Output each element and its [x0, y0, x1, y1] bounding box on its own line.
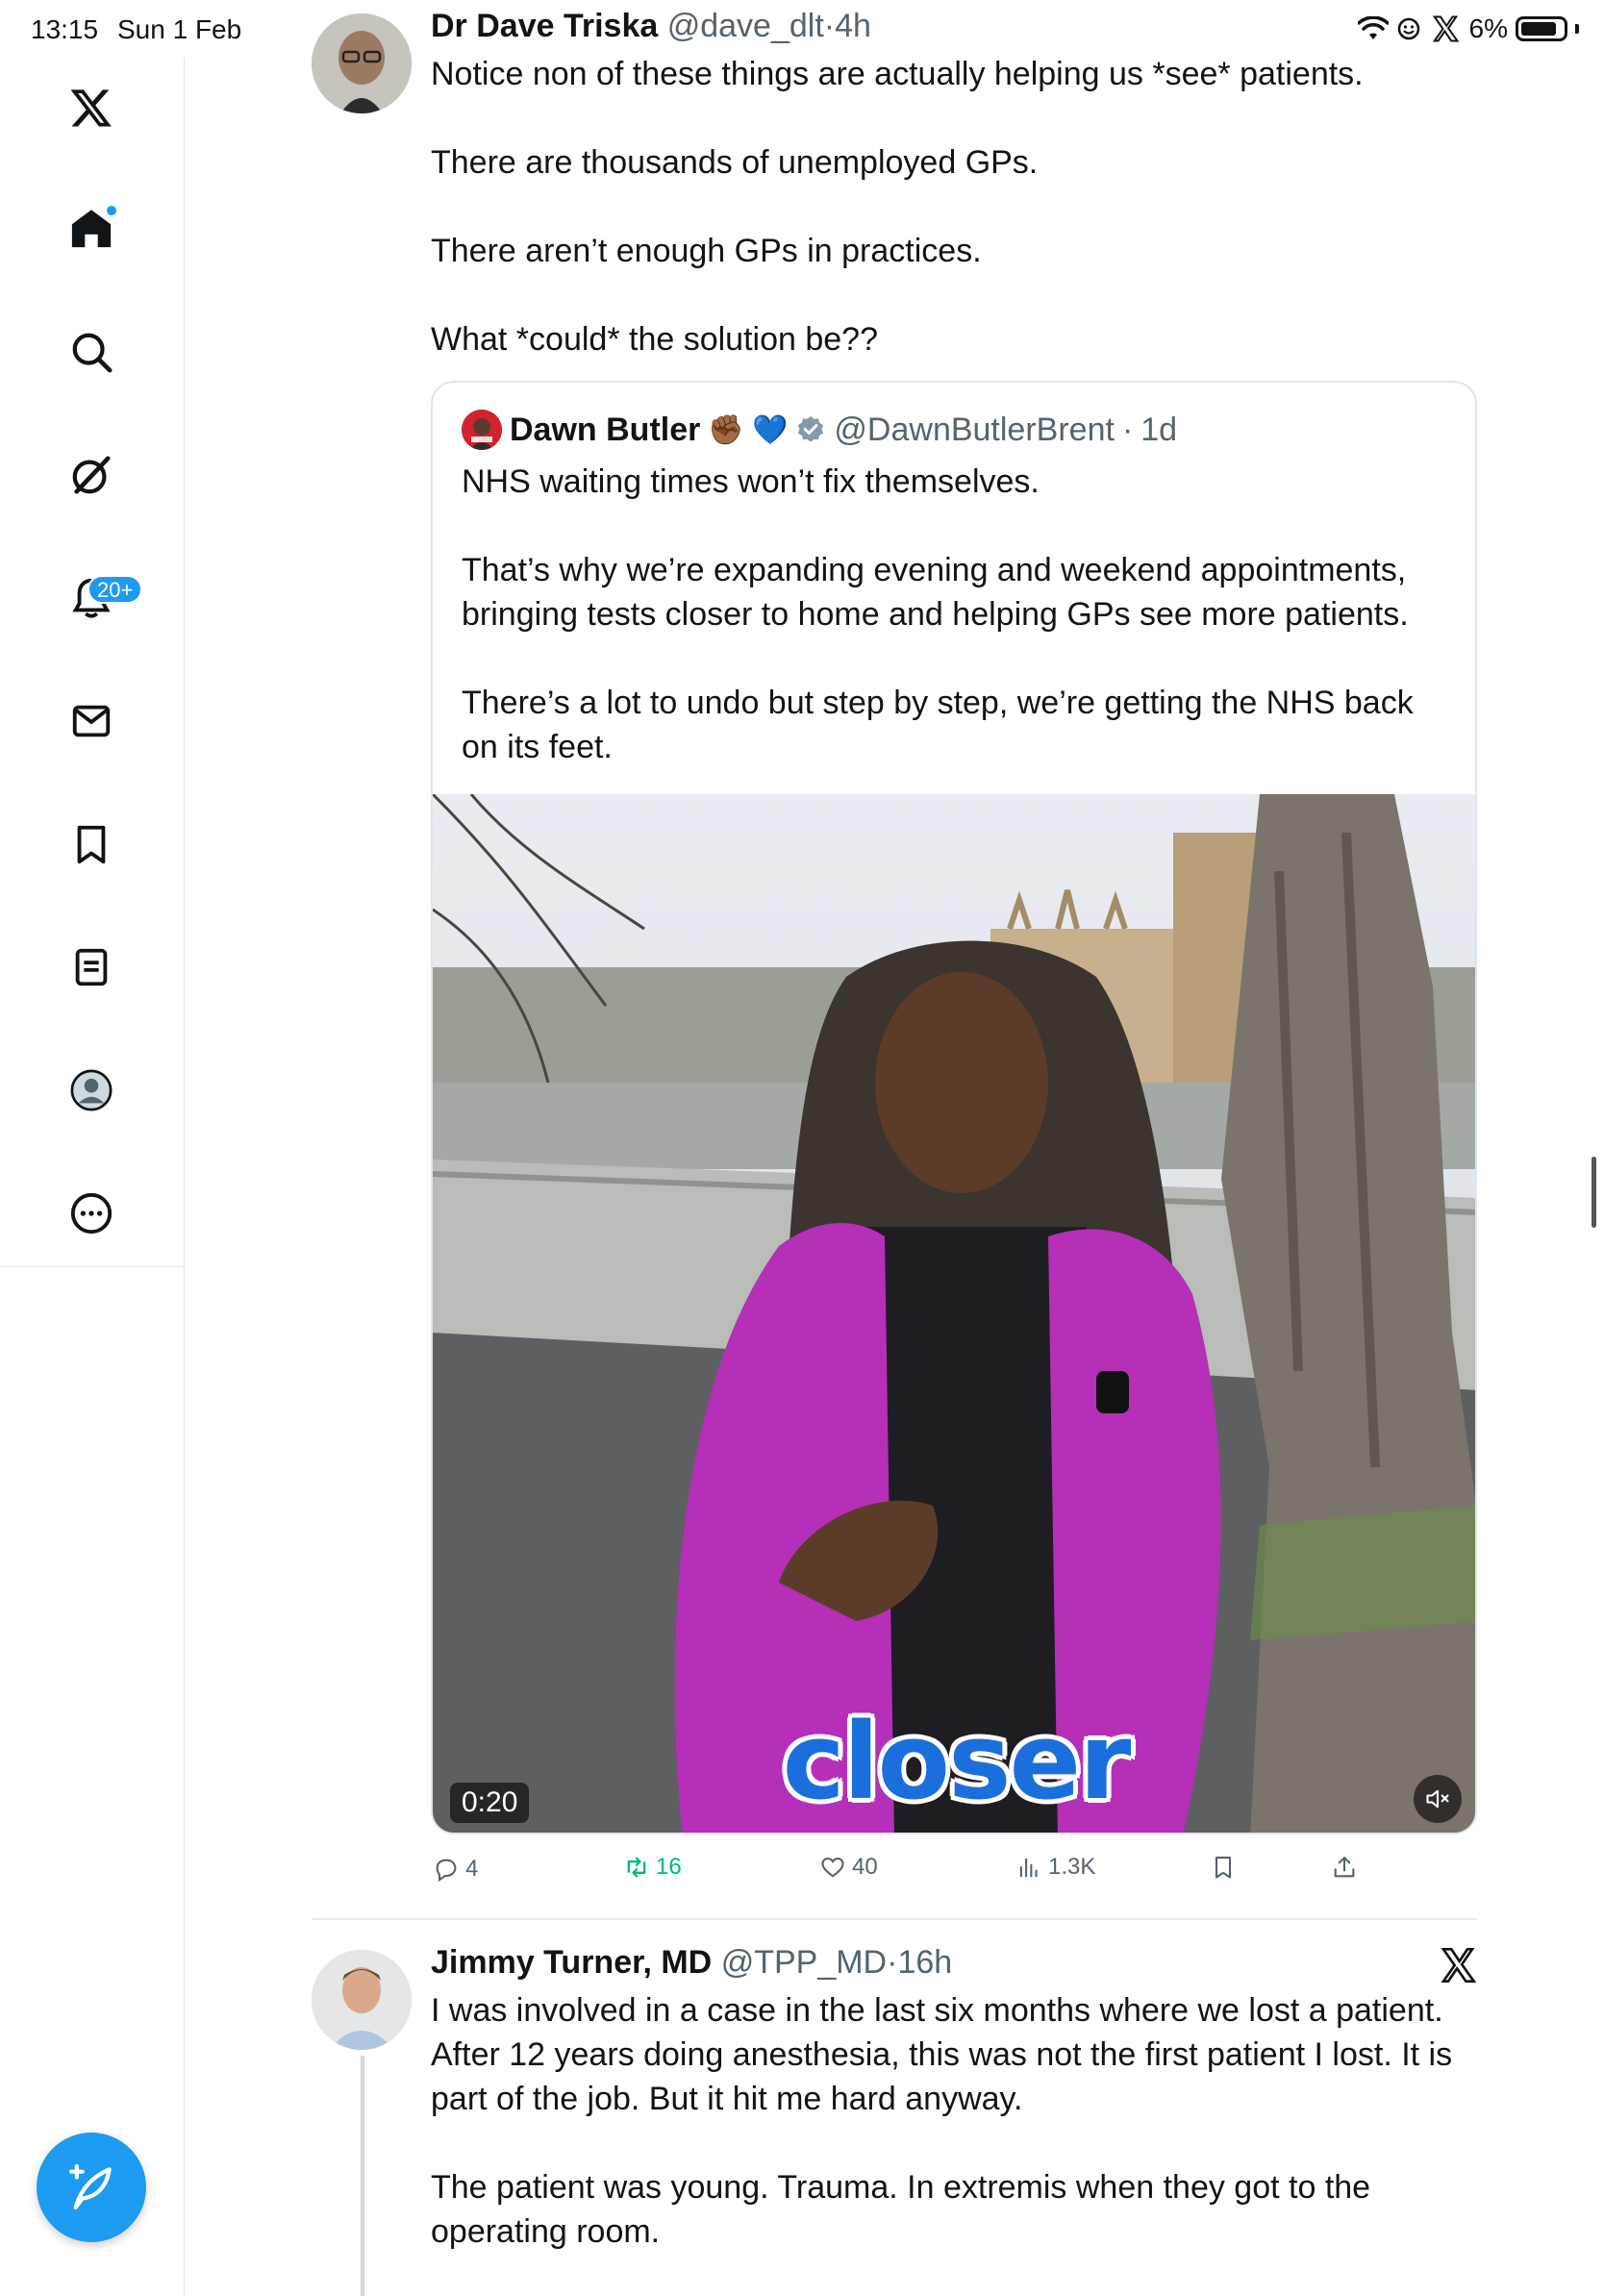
thread-line	[361, 2056, 364, 2296]
battery-percent: 6%	[1468, 13, 1508, 43]
more-icon[interactable]	[53, 1175, 130, 1252]
quote-author-handle[interactable]: @DawnButlerBrent	[834, 412, 1115, 449]
quote-body: NHS waiting times won’t fix themselves. …	[462, 460, 1452, 769]
separator-dot: ·	[1121, 411, 1134, 448]
tweet-body: Notice non of these things are actually …	[431, 52, 1479, 362]
compose-feather-icon	[68, 2163, 112, 2210]
sidebar-border	[184, 1267, 185, 2296]
x-status-icon	[1432, 15, 1459, 42]
video-player[interactable]: closer 0:20	[433, 794, 1475, 1833]
bookmark-button[interactable]	[1210, 1854, 1237, 1881]
messages-icon[interactable]	[53, 683, 130, 760]
tweet-paragraph: I was involved in a case in the last six…	[431, 1992, 1453, 2117]
avatar-dawn-butler[interactable]	[462, 410, 502, 450]
mute-button[interactable]	[1414, 1775, 1462, 1823]
share-icon	[1334, 1857, 1355, 1878]
heart-icon	[821, 1857, 844, 1878]
tweet-paragraph: What *could* the solution be??	[431, 321, 878, 358]
bookmarks-icon[interactable]	[53, 806, 130, 883]
quote-author-name[interactable]: Dawn Butler	[510, 412, 700, 449]
lists-icon[interactable]	[53, 929, 130, 1006]
quote-tweet-card[interactable]: Dawn Butler ✊🏾 💙 @DawnButlerBrent · 1d NHS…	[431, 381, 1477, 1834]
tweet-paragraph: There are thousands of unemployed GPs.	[431, 144, 1039, 181]
author-name[interactable]: Jimmy Turner, MD	[431, 1944, 712, 1981]
repost-button[interactable]: 16	[623, 1854, 682, 1881]
repost-count: 16	[656, 1854, 682, 1880]
face-icon	[1397, 17, 1419, 40]
x-logo-icon[interactable]	[53, 69, 130, 146]
compose-button[interactable]	[37, 2133, 146, 2242]
quote-header: Dawn Butler ✊🏾 💙 @DawnButlerBrent · 1d	[462, 410, 1177, 450]
reply-count: 4	[465, 1856, 479, 1882]
tweet-header: Jimmy Turner, MD @TPP_MD·16h	[431, 1944, 952, 1982]
scroll-indicator[interactable]	[1591, 1157, 1596, 1228]
video-caption: closer	[782, 1700, 1132, 1823]
tweet-divider	[312, 1918, 1477, 1920]
home-notification-dot	[105, 204, 118, 217]
like-count: 40	[852, 1854, 878, 1880]
avatar-jimmy-turner[interactable]	[312, 1950, 412, 2050]
profile-icon[interactable]	[53, 1052, 130, 1129]
search-icon[interactable]	[53, 313, 130, 390]
views-button[interactable]: 1.3K	[1015, 1854, 1095, 1881]
author-handle[interactable]: @TPP_MD	[721, 1944, 887, 1981]
repost-icon	[627, 1857, 646, 1878]
sidebar-nav: 20+	[0, 58, 185, 1267]
bookmark-icon	[1215, 1857, 1232, 1879]
tweet-body: I was involved in a case in the last six…	[431, 1988, 1479, 2254]
tweet-actions: 4 16 40 1.3K	[431, 1850, 1477, 1892]
tweet-paragraph: The patient was young. Trauma. In extrem…	[431, 2169, 1371, 2250]
video-duration: 0:20	[450, 1783, 530, 1823]
views-count: 1.3K	[1048, 1854, 1096, 1880]
grok-icon[interactable]	[53, 437, 130, 513]
analytics-icon	[1019, 1858, 1038, 1878]
home-icon[interactable]	[53, 190, 130, 267]
x-grok-icon[interactable]	[1439, 1946, 1477, 1984]
status-date: Sun 1 Feb	[117, 14, 242, 44]
like-button[interactable]: 40	[819, 1854, 878, 1881]
quote-paragraph: That’s why we’re expanding evening and w…	[462, 552, 1409, 633]
reply-button[interactable]: 4	[433, 1856, 478, 1883]
tweet-paragraph: There aren’t enough GPs in practices.	[431, 233, 982, 269]
quote-author-emoji: ✊🏾 💙	[708, 413, 789, 446]
sidebar-divider	[0, 1266, 185, 1267]
speaker-muted-icon	[1426, 1789, 1449, 1809]
battery-icon	[1516, 16, 1567, 41]
notifications-badge: 20+	[88, 575, 143, 604]
tweet-paragraph: Notice non of these things are actually …	[431, 56, 1364, 92]
share-button[interactable]	[1331, 1854, 1358, 1881]
status-time: 13:15	[31, 14, 99, 44]
wifi-icon	[1357, 16, 1389, 39]
status-icons: 6%	[1357, 13, 1579, 44]
notifications-icon[interactable]: 20+	[53, 560, 143, 636]
quote-paragraph: There’s a lot to undo but step by step, …	[462, 685, 1414, 765]
quote-paragraph: NHS waiting times won’t fix themselves.	[462, 463, 1040, 500]
reply-icon	[436, 1859, 457, 1883]
quote-time[interactable]: 1d	[1140, 412, 1177, 449]
tweet-time[interactable]: 16h	[897, 1944, 952, 1981]
video-frame	[433, 794, 1475, 1833]
separator-dot: ·	[887, 1944, 898, 1981]
status-bar: 13:15 Sun 1 Feb 6%	[0, 0, 1604, 58]
verified-badge-icon	[798, 416, 824, 442]
